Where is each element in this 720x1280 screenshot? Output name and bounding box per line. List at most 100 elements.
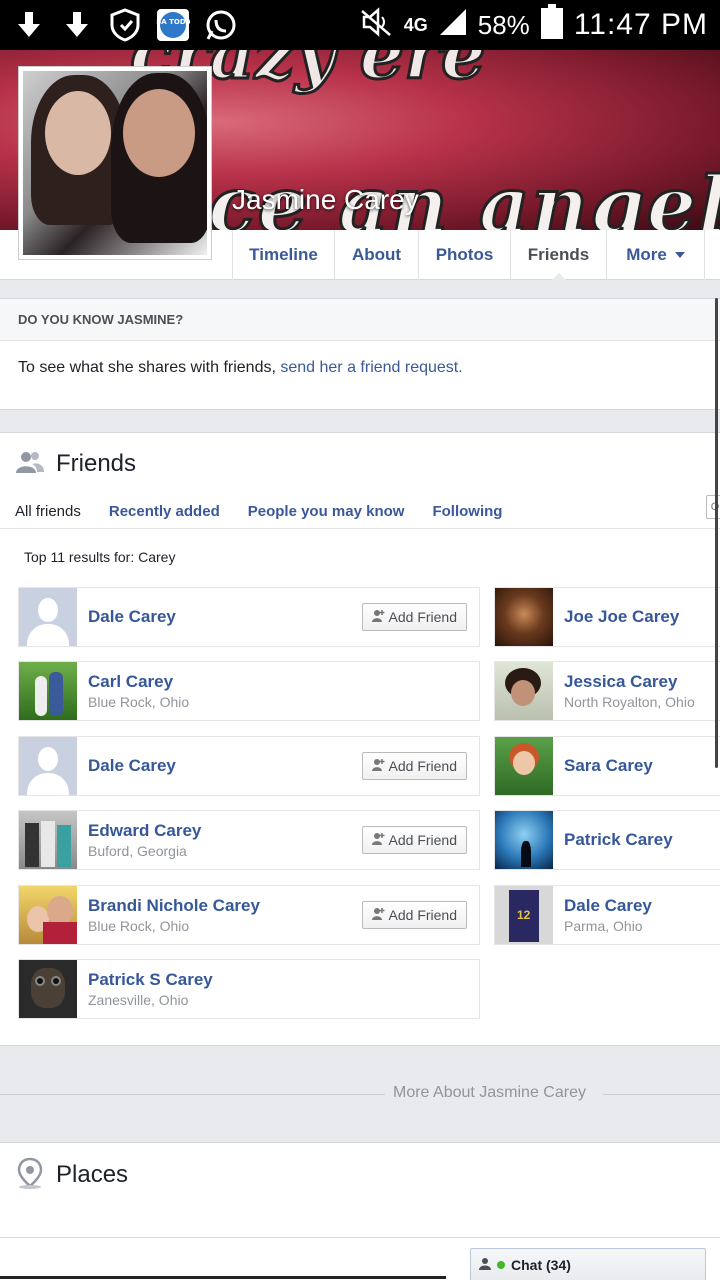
tab-timeline[interactable]: Timeline [233,230,335,280]
more-about-label[interactable]: More About Jasmine Carey [393,1084,586,1102]
download-icon [60,8,94,42]
do-you-know-card: DO YOU KNOW JASMINE? To see what she sha… [0,298,720,410]
friend-item[interactable]: Patrick S Carey Zanesville, Ohio [18,959,480,1019]
friend-item[interactable]: Joe Joe Carey [494,587,720,647]
mute-icon [358,6,394,44]
friends-icon [16,450,44,479]
tab-more[interactable]: More [607,230,705,280]
signal-icon [438,7,468,44]
friend-location: Zanesville, Ohio [88,992,189,1008]
usa-today-icon: USA TODAY [156,8,190,42]
tab-label: More [626,245,667,264]
usa-today-label: USA TODAY [156,18,190,26]
subtab-all-friends[interactable]: All friends [15,503,81,520]
status-bar: USA TODAY 4G 58% 11:47 PM [0,0,720,50]
add-friend-label: Add Friend [388,758,457,774]
add-friend-button[interactable]: Add Friend [361,603,467,631]
friend-item[interactable]: 12 Dale Carey Parma, Ohio [494,885,720,945]
tab-label: Timeline [249,245,318,264]
friend-avatar[interactable] [495,662,553,720]
friend-avatar[interactable] [19,886,77,944]
friends-card: Friends All friends Recently added Peopl… [0,432,720,1046]
friend-name[interactable]: Patrick S Carey [88,970,213,990]
profile-name[interactable]: Jasmine Carey [232,184,419,216]
location-pin-icon [16,1157,44,1194]
add-user-icon [371,907,385,924]
friend-item[interactable]: Dale Carey Add Friend [18,736,480,796]
chat-label: Chat (34) [511,1256,571,1273]
friend-item[interactable]: Edward Carey Buford, Georgia Add Friend [18,810,480,870]
friend-item[interactable]: Jessica Carey North Royalton, Ohio [494,661,720,721]
add-friend-button[interactable]: Add Friend [361,901,467,929]
friend-name[interactable]: Dale Carey [564,896,652,916]
friend-avatar[interactable] [19,811,77,869]
add-user-icon [371,609,385,626]
network-type: 4G [403,15,428,35]
friend-location: Blue Rock, Ohio [88,918,190,934]
friend-name[interactable]: Sara Carey [564,756,653,776]
tab-friends[interactable]: Friends [511,230,607,281]
friend-avatar[interactable] [19,737,77,795]
tab-label: Friends [527,245,590,264]
friend-location: Blue Rock, Ohio [88,694,190,710]
clock: 11:47 PM [573,8,708,41]
add-friend-label: Add Friend [388,609,457,625]
friend-item[interactable]: Brandi Nichole Carey Blue Rock, Ohio Add… [18,885,480,945]
tab-label: Photos [435,245,494,264]
friend-avatar[interactable] [19,588,77,646]
friends-title: Friends [56,450,137,477]
friend-name[interactable]: Dale Carey [88,607,176,627]
online-status-icon [497,1260,505,1269]
friend-item[interactable]: Dale Carey Add Friend [18,587,480,647]
friend-location: Buford, Georgia [88,843,187,859]
subtab-recently-added[interactable]: Recently added [109,503,220,520]
shield-icon [108,8,142,42]
whatsapp-icon [204,8,238,42]
friend-item[interactable]: Patrick Carey [494,810,720,870]
add-friend-button[interactable]: Add Friend [361,826,467,854]
friend-avatar[interactable] [19,662,77,720]
friend-name[interactable]: Dale Carey [88,756,176,776]
subtab-people-you-may-know[interactable]: People you may know [248,503,405,520]
send-friend-request-link[interactable]: send her a friend request. [280,359,462,376]
results-label: Top 11 results for: Carey [24,549,176,565]
friend-location: Parma, Ohio [564,918,643,934]
chevron-down-icon [674,252,685,258]
friend-name[interactable]: Brandi Nichole Carey [88,896,260,916]
download-icon [12,8,46,42]
friend-item[interactable]: Sara Carey [494,736,720,796]
do-you-know-heading: DO YOU KNOW JASMINE? [0,299,720,341]
more-about-divider: More About Jasmine Carey [0,1084,720,1106]
friend-name[interactable]: Joe Joe Carey [564,607,679,627]
places-card: Places [0,1142,720,1238]
friend-name[interactable]: Patrick Carey [564,830,673,850]
tab-about[interactable]: About [335,230,419,280]
battery-icon [540,3,564,47]
friend-item[interactable]: Carl Carey Blue Rock, Ohio [18,661,480,721]
friend-name[interactable]: Carl Carey [88,672,173,692]
chat-user-icon [479,1257,491,1273]
tab-label: About [351,245,402,264]
friend-location: North Royalton, Ohio [564,694,695,710]
friend-avatar[interactable] [495,811,553,869]
chat-bar[interactable]: Chat (34) [470,1248,706,1280]
add-friend-button[interactable]: Add Friend [361,752,467,780]
add-friend-label: Add Friend [388,832,457,848]
friend-avatar[interactable] [495,588,553,646]
do-you-know-text: To see what she shares with friends, [18,359,276,376]
friend-avatar[interactable] [495,737,553,795]
add-friend-label: Add Friend [388,907,457,923]
friend-avatar[interactable] [19,960,77,1018]
subtab-following[interactable]: Following [432,503,502,520]
friend-avatar[interactable]: 12 [495,886,553,944]
battery-percent: 58% [477,9,530,40]
tab-photos[interactable]: Photos [419,230,511,280]
profile-picture[interactable] [18,66,212,260]
scrollbar[interactable] [715,298,718,768]
places-title: Places [56,1161,129,1188]
add-user-icon [371,758,385,775]
friend-name[interactable]: Edward Carey [88,821,201,841]
friend-name[interactable]: Jessica Carey [564,672,677,692]
add-user-icon [371,832,385,849]
divider [0,1276,446,1279]
